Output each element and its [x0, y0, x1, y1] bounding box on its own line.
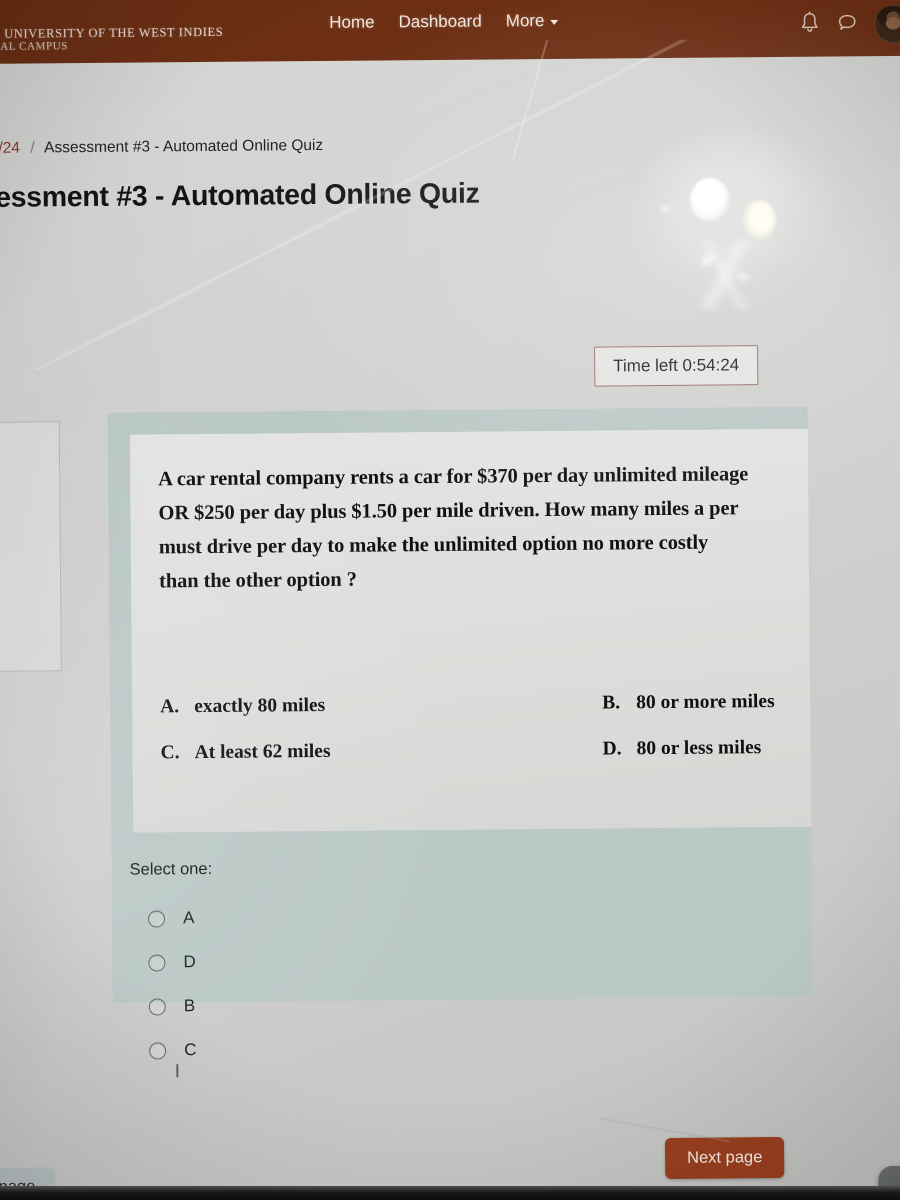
breadcrumb-separator: / [30, 139, 35, 157]
answer-option-b[interactable]: B [148, 984, 197, 1028]
choice-row: A. exactly 80 miles B. 80 or more miles [160, 691, 810, 719]
question-text-line-3: must drive per day to make the unlimited… [158, 531, 709, 559]
quiz-page: E UNIVERSITY OF THE WEST INDIES BAL CAMP… [0, 0, 900, 1200]
answer-options: A D B C [147, 896, 197, 1072]
page-title: Assessment #3 - Automated Online Quiz [0, 177, 480, 215]
text-cursor [176, 1064, 178, 1078]
answer-option-d[interactable]: D [148, 940, 196, 984]
select-one-label: Select one: [129, 859, 213, 879]
breadcrumb-current: Assessment #3 - Automated Online Quiz [44, 136, 324, 157]
question-text: A car rental company rents a car for $37… [158, 456, 811, 599]
choice-b-letter: B. [602, 692, 621, 714]
question-choice-list: A. exactly 80 miles B. 80 or more miles … [160, 691, 811, 789]
top-navbar: E UNIVERSITY OF THE WEST INDIES BAL CAMP… [0, 0, 900, 64]
radio-button-a[interactable] [147, 909, 166, 928]
choice-a-text: exactly 80 miles [194, 694, 326, 718]
choice-d-letter: D. [602, 738, 622, 760]
choice-b: B. 80 or more miles [490, 691, 810, 716]
quiz-timer-label: Time left 0:54:24 [613, 355, 740, 376]
radio-button-b[interactable] [148, 997, 166, 1016]
answer-option-b-label: B [183, 996, 196, 1016]
radio-button-c[interactable] [149, 1041, 167, 1060]
choice-c-letter: C. [160, 742, 180, 764]
choice-d-text: 80 or less miles [636, 737, 762, 760]
nav-item-dashboard-label: Dashboard [398, 11, 482, 32]
chat-bubble-icon [838, 14, 856, 30]
notifications-button[interactable] [799, 11, 820, 39]
breadcrumb: 3|S2 23/24 / Assessment #3 - Automated O… [0, 137, 323, 158]
messages-button[interactable] [836, 11, 858, 38]
answer-option-d-label: D [183, 952, 196, 972]
answer-option-c-label: C [184, 1040, 197, 1060]
help-widget-button[interactable] [878, 1165, 900, 1200]
question-card: A car rental company rents a car for $37… [107, 406, 813, 1078]
next-page-button[interactable]: Next page [664, 1136, 785, 1180]
flag-question-link[interactable]: on [0, 592, 48, 610]
brand-subtitle: BAL CAMPUS [0, 40, 69, 54]
breadcrumb-course-link[interactable]: 3|S2 23/24 [0, 140, 20, 158]
photographed-screen: E UNIVERSITY OF THE WEST INDIES BAL CAMP… [0, 0, 900, 1200]
choice-b-text: 80 or more miles [636, 691, 775, 714]
choice-row: C. At least 62 miles D. 80 or less miles [160, 737, 810, 765]
question-image: A car rental company rents a car for $37… [129, 428, 812, 833]
monitor-bezel [0, 1186, 900, 1200]
chevron-down-icon [550, 19, 559, 25]
answer-option-c[interactable]: C [149, 1028, 197, 1072]
nav-item-home-label: Home [329, 12, 375, 32]
nav-item-more[interactable]: More [506, 11, 559, 31]
navbar-actions [799, 4, 900, 44]
question-status: ed [0, 490, 47, 508]
question-text-line-4: than the other option ? [158, 568, 357, 593]
nav-item-home[interactable]: Home [329, 13, 375, 33]
choice-d: D. 80 or less miles [490, 737, 810, 762]
choice-a: A. exactly 80 miles [160, 694, 490, 719]
question-text-line-1: A car rental company rents a car for $37… [158, 463, 749, 491]
question-number: n 12 [0, 436, 47, 459]
user-avatar[interactable] [874, 4, 900, 44]
answer-option-a-label: A [182, 908, 195, 928]
primary-nav: Home Dashboard More [329, 11, 559, 33]
quiz-timer: Time left 0:54:24 [594, 345, 759, 387]
nav-item-dashboard[interactable]: Dashboard [398, 12, 481, 33]
choice-c: C. At least 62 miles [160, 740, 490, 765]
previous-page-button[interactable]: evious page [0, 1167, 56, 1200]
nav-item-more-label: More [505, 11, 545, 31]
question-info-panel: n 12 ed out of on [0, 421, 62, 673]
bell-icon [801, 11, 818, 32]
question-marked-out-of: out of [0, 523, 48, 541]
choice-c-text: At least 62 miles [194, 740, 331, 764]
radio-button-d[interactable] [148, 953, 166, 972]
answer-option-a[interactable]: A [147, 896, 196, 940]
choice-a-letter: A. [160, 696, 180, 718]
question-text-line-2: OR $250 per day plus $1.50 per mile driv… [158, 497, 739, 525]
site-brand[interactable]: E UNIVERSITY OF THE WEST INDIES BAL CAMP… [0, 25, 223, 54]
